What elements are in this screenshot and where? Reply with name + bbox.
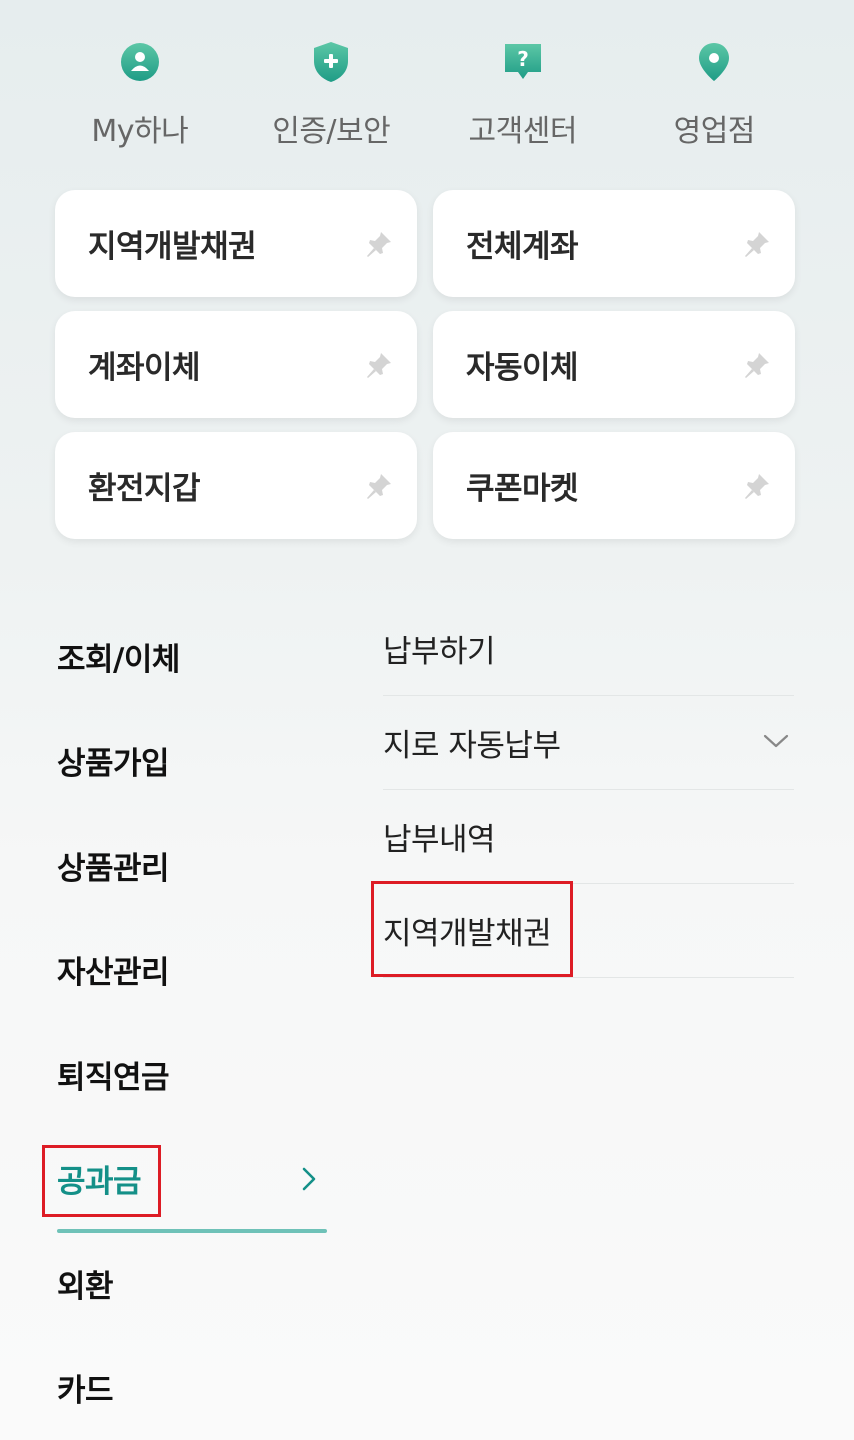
category-label: 조회/이체 — [57, 641, 180, 678]
submenu-item-giro-autopay[interactable]: 지로 자동납부 — [383, 696, 794, 790]
category-list: 조회/이체 상품가입 상품관리 자산관리 퇴직연금 공과금 외환 카드 — [57, 604, 327, 1440]
chevron-right-icon — [299, 1165, 319, 1193]
submenu-label: 납부하기 — [383, 634, 496, 670]
user-icon — [118, 40, 162, 84]
shield-plus-icon — [309, 40, 353, 84]
submenu-label: 지로 자동납부 — [383, 728, 561, 764]
submenu-label: 납부내역 — [383, 822, 496, 858]
category-item-pension[interactable]: 퇴직연금 — [57, 1022, 327, 1127]
favorite-card[interactable]: 전체계좌 — [433, 190, 795, 297]
favorite-card[interactable]: 지역개발채권 — [55, 190, 417, 297]
favorite-card[interactable]: 환전지갑 — [55, 432, 417, 539]
quick-item-auth-security[interactable]: 인증/보안 — [236, 40, 428, 150]
quick-label: 인증/보안 — [272, 114, 391, 149]
category-label: 공과금 — [57, 1164, 142, 1201]
category-label: 외환 — [57, 1268, 114, 1305]
category-label: 상품가입 — [57, 746, 170, 783]
submenu-list: 납부하기 지로 자동납부 납부내역 지역개발채권 — [383, 602, 794, 978]
quick-label: 고객센터 — [468, 114, 578, 149]
category-item-foreign-exchange[interactable]: 외환 — [57, 1231, 327, 1336]
favorite-card[interactable]: 자동이체 — [433, 311, 795, 418]
quick-item-my-hana[interactable]: My하나 — [44, 40, 236, 150]
location-pin-icon — [692, 40, 736, 84]
favorite-label: 지역개발채권 — [88, 229, 257, 265]
pin-icon[interactable] — [363, 349, 395, 381]
pin-icon[interactable] — [741, 470, 773, 502]
quick-item-customer-center[interactable]: ? 고객센터 — [427, 40, 619, 150]
favorite-card[interactable]: 쿠폰마켓 — [433, 432, 795, 539]
pin-icon[interactable] — [363, 228, 395, 260]
category-item-product-signup[interactable]: 상품가입 — [57, 709, 327, 814]
favorites-grid: 지역개발채권 전체계좌 계좌이체 자동이체 환전지갑 쿠폰마켓 — [55, 190, 795, 539]
quick-label: My하나 — [91, 114, 189, 149]
favorite-card[interactable]: 계좌이체 — [55, 311, 417, 418]
submenu-item-pay[interactable]: 납부하기 — [383, 602, 794, 696]
category-label: 자산관리 — [57, 955, 170, 992]
category-label: 퇴직연금 — [57, 1059, 170, 1096]
favorite-label: 자동이체 — [466, 350, 579, 386]
category-item-asset-management[interactable]: 자산관리 — [57, 918, 327, 1023]
favorite-label: 전체계좌 — [466, 229, 579, 265]
quick-item-branch[interactable]: 영업점 — [619, 40, 811, 150]
pin-icon[interactable] — [363, 470, 395, 502]
quick-label: 영업점 — [673, 114, 756, 149]
submenu-item-regional-bond[interactable]: 지역개발채권 — [383, 884, 794, 978]
favorite-label: 쿠폰마켓 — [466, 471, 579, 507]
submenu-label: 지역개발채권 — [383, 916, 552, 952]
category-label: 카드 — [57, 1373, 114, 1410]
category-item-card[interactable]: 카드 — [57, 1336, 327, 1440]
category-label: 상품관리 — [57, 850, 170, 887]
favorite-label: 계좌이체 — [88, 350, 201, 386]
svg-text:?: ? — [517, 47, 529, 71]
chevron-down-icon — [762, 732, 790, 754]
help-chat-icon: ? — [501, 40, 545, 84]
pin-icon[interactable] — [741, 349, 773, 381]
favorite-label: 환전지갑 — [88, 471, 201, 507]
category-item-product-management[interactable]: 상품관리 — [57, 813, 327, 918]
pin-icon[interactable] — [741, 228, 773, 260]
category-item-utility-bills[interactable]: 공과금 — [57, 1127, 327, 1233]
submenu-item-payment-history[interactable]: 납부내역 — [383, 790, 794, 884]
quick-nav: My하나 인증/보안 ? 고객센터 영업점 — [44, 40, 810, 150]
category-item-inquiry-transfer[interactable]: 조회/이체 — [57, 604, 327, 709]
